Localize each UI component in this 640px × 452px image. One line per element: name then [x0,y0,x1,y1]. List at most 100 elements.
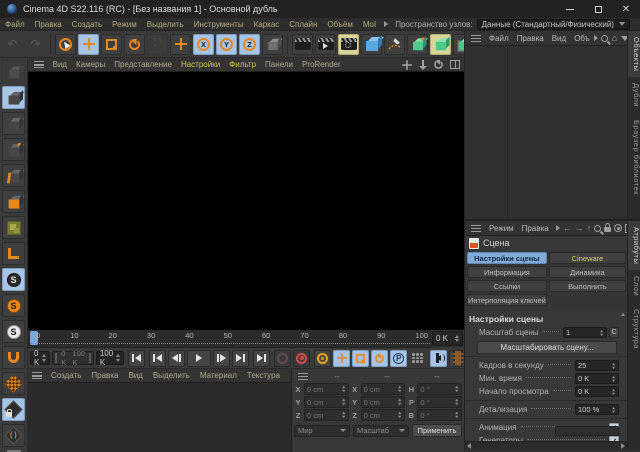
timeline-ruler[interactable]: 0 10 20 30 40 50 60 70 80 90 100 [28,330,432,348]
menu-moi[interactable]: MoI [358,20,381,29]
tab-key-interpolation[interactable]: Интерполяция ключей [467,294,547,306]
key-scale-button[interactable] [352,350,369,367]
quantize-button[interactable]: S [2,294,25,317]
last-tool-button[interactable]: P SR ○ [147,34,168,55]
attribute-menu-icon[interactable] [471,225,481,232]
am-up-icon[interactable]: ↑ [587,224,592,233]
generator-button[interactable] [430,34,451,55]
tab-structure[interactable]: Структура [628,303,640,355]
render-view-button[interactable] [292,34,313,55]
om-menu-file[interactable]: Файл [485,34,513,43]
object-menu-icon[interactable] [471,35,481,42]
menu-create[interactable]: Создать [67,20,107,29]
am-menu-edit[interactable]: Правка [518,224,553,233]
min-time-input[interactable]: 0 K [575,373,619,384]
om-menu-overflow-icon[interactable] [594,35,598,41]
minimize-button[interactable] [556,0,584,18]
prev-frame-button[interactable] [168,350,185,367]
partial-dropdown[interactable] [555,426,619,436]
preview-range-slider[interactable]: 0 K100 K [52,351,94,365]
am-lock-icon[interactable] [604,227,611,232]
lock-workplane-button[interactable] [2,398,25,421]
om-search-icon[interactable] [601,35,608,42]
pos-x-field[interactable]: 0 cm [304,383,349,395]
vp-menu-prorender[interactable]: ProRender [297,60,345,69]
snap-settings-button[interactable]: S [2,320,25,343]
tab-cineware[interactable]: Cineware [549,252,626,264]
magnet-snap-button[interactable] [2,346,25,369]
size-z-field[interactable]: 0 cm [361,409,406,421]
pos-z-field[interactable]: 0 cm [304,409,349,421]
scale-tool-button[interactable] [101,34,122,55]
mat-menu-texture[interactable]: Текстура [242,371,285,380]
menu-mode[interactable]: Режим [107,20,142,29]
object-tree-area[interactable] [465,46,627,219]
pos-y-field[interactable]: 0 cm [304,396,349,408]
goto-end-button[interactable] [253,350,270,367]
vp-menu-display[interactable]: Представление [110,60,177,69]
viewport-toggle-icon[interactable] [449,59,460,70]
coords-rotation-header[interactable]: -- [412,372,462,381]
coords-position-header[interactable]: -- [312,372,362,381]
apply-button[interactable]: Применить [412,424,462,437]
keyframe-selection-button[interactable] [314,350,331,367]
menu-spline[interactable]: Сплайн [284,20,322,29]
key-pla-button[interactable] [409,350,426,367]
prev-key-button[interactable] [149,350,166,367]
viewport-orbit-icon[interactable] [433,59,444,70]
close-button[interactable]: ✕ [612,0,640,18]
rotate-tool-button[interactable] [124,34,145,55]
mat-menu-edit[interactable]: Правка [86,371,123,380]
viewport-pan-icon[interactable] [401,59,412,70]
viewport-canvas[interactable] [28,72,464,330]
tab-execute[interactable]: Выполнить [549,280,626,292]
end-frame-spinner[interactable]: 100 K [96,351,124,365]
scale-input[interactable]: 1 [563,327,607,338]
sound-toggle-button[interactable] [430,350,447,367]
mat-menu-select[interactable]: Выделить [148,371,195,380]
workplane-texture-button[interactable] [2,372,25,395]
coords-mode-dropdown[interactable]: Масштаб [353,425,409,437]
key-rotation-button[interactable] [371,350,388,367]
menu-tools[interactable]: Инструменты [189,20,249,29]
material-list-area[interactable] [28,383,291,452]
rot-b-field[interactable]: 0 ° [417,409,462,421]
scroll-right-icon[interactable] [621,443,625,449]
horizontal-scrollbar[interactable] [465,441,627,450]
coords-size-header[interactable]: -- [362,372,412,381]
next-key-button[interactable] [232,350,249,367]
rot-h-field[interactable]: 0 ° [417,383,462,395]
tab-objects[interactable]: Объекты [628,31,640,77]
om-menu-view[interactable]: Вид [548,34,570,43]
play-button[interactable] [187,350,211,367]
mat-menu-view[interactable]: Вид [123,371,147,380]
scale-scene-button[interactable]: Масштабировать сцену... [477,341,617,354]
vp-menu-options[interactable]: Настройки [176,60,224,69]
menu-overflow-icon[interactable] [384,21,388,27]
subdivision-surface-button[interactable] [407,34,428,55]
texture-mode-button[interactable] [2,112,25,135]
key-position-button[interactable] [333,350,350,367]
menu-edit[interactable]: Правка [30,20,67,29]
edge-mode-button[interactable] [2,164,25,187]
maximize-button[interactable] [584,0,612,18]
tab-takes[interactable]: Дубли [628,77,640,113]
node-space-dropdown[interactable]: Данные (Стандартный/Физический) [477,19,630,30]
goto-start-button[interactable] [128,350,145,367]
am-search-icon[interactable] [594,225,601,232]
section-title[interactable]: Настройки сцены [465,311,627,326]
menu-select[interactable]: Выделить [142,20,189,29]
viewport[interactable]: Вид Камеры Представление Настройки Фильт… [28,58,464,330]
undo-button[interactable]: ↶ [2,34,23,55]
move-tool-button[interactable] [78,34,99,55]
add-cube-button[interactable] [361,34,382,55]
make-editable-button[interactable] [2,60,25,83]
material-menu-icon[interactable] [32,372,42,379]
vp-menu-filter[interactable]: Фильтр [225,60,261,69]
scale-unit-button[interactable]: C [609,327,619,338]
mat-menu-material[interactable]: Материал [195,371,242,380]
coordinate-system-button[interactable] [262,34,283,55]
viewport-menu-icon[interactable] [34,61,44,68]
mat-menu-create[interactable]: Создать [46,371,86,380]
tab-layers[interactable]: Слои [628,270,640,302]
